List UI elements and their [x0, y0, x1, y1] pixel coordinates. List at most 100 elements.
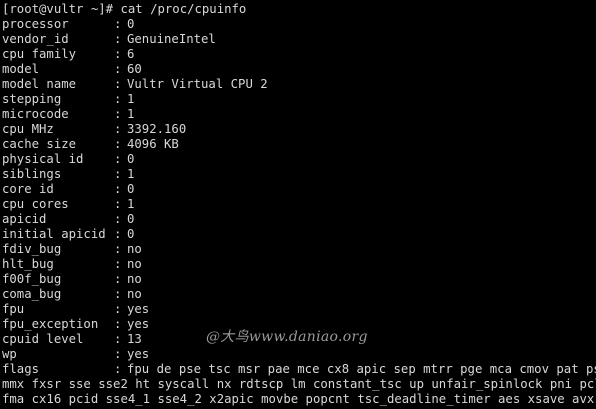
cpuinfo-key: microcode	[2, 107, 69, 121]
cpuinfo-separator: :	[114, 242, 122, 256]
cpuinfo-value: 1	[127, 197, 135, 211]
cpuinfo-row: model:60	[2, 62, 596, 77]
cpuinfo-separator: :	[114, 92, 122, 106]
cpuinfo-separator: :	[114, 137, 122, 151]
flags-wrapped-line: fma cx16 pcid sse4_1 sse4_2 x2apic movbe…	[2, 392, 596, 406]
cpuinfo-key: cpu MHz	[2, 122, 54, 136]
cpuinfo-value: yes	[127, 302, 150, 316]
cpuinfo-separator: :	[114, 257, 122, 271]
cpuinfo-row: cpu family:6	[2, 47, 596, 62]
cpuinfo-row: cpu cores:1	[2, 197, 596, 212]
cpuinfo-value: no	[127, 242, 142, 256]
cpuinfo-row: core id:0	[2, 182, 596, 197]
cpuinfo-row: fpu_exception: yes	[2, 317, 596, 332]
cpuinfo-separator: :	[114, 47, 122, 61]
cpuinfo-row: coma_bug: no	[2, 287, 596, 302]
cpuinfo-row: physical id:0	[2, 152, 596, 167]
cpuinfo-row: fdiv_bug: no	[2, 242, 596, 257]
cpuinfo-separator: :	[114, 107, 122, 121]
cpuinfo-key: fpu_exception	[2, 317, 99, 331]
command-line: [root@vultr ~]# cat /proc/cpuinfo	[2, 2, 596, 17]
cpuinfo-value: 4096 KB	[127, 137, 179, 151]
typed-command: cat /proc/cpuinfo	[113, 2, 247, 16]
cpuinfo-separator: :	[114, 182, 122, 196]
cpuinfo-key: hlt_bug	[2, 257, 54, 271]
cpuinfo-row: cpuid level:13	[2, 332, 596, 347]
cpuinfo-key: siblings	[2, 167, 62, 181]
cpuinfo-separator: :	[114, 272, 122, 286]
flags-continuation: mmx fxsr sse sse2 ht syscall nx rdtscp l…	[2, 377, 596, 407]
cpuinfo-value: 60	[127, 62, 142, 76]
cpuinfo-row: stepping:1	[2, 92, 596, 107]
terminal-window[interactable]: [root@vultr ~]# cat /proc/cpuinfo proces…	[0, 0, 596, 409]
cpuinfo-separator: :	[114, 77, 122, 91]
cpuinfo-key: cpuid level	[2, 332, 84, 346]
cpuinfo-row: wp: yes	[2, 347, 596, 362]
cpuinfo-separator: :	[114, 362, 122, 376]
cpuinfo-separator: :	[114, 122, 122, 136]
cpuinfo-key: vendor_id	[2, 32, 69, 46]
cpuinfo-separator: :	[114, 227, 122, 241]
cpuinfo-value: 1	[127, 167, 135, 181]
cpuinfo-row: cpu MHz:3392.160	[2, 122, 596, 137]
cpuinfo-value: 6	[127, 47, 135, 61]
cpuinfo-row: siblings:1	[2, 167, 596, 182]
cpuinfo-separator: :	[114, 347, 122, 361]
cpuinfo-key: processor	[2, 17, 69, 31]
cpuinfo-separator: :	[114, 32, 122, 46]
cpuinfo-value: no	[127, 257, 142, 271]
cpuinfo-row: vendor_id: GenuineIntel	[2, 32, 596, 47]
cpuinfo-separator: :	[114, 17, 122, 31]
cpuinfo-row: cache size:4096 KB	[2, 137, 596, 152]
cpuinfo-key: model name	[2, 77, 77, 91]
cpuinfo-key: fdiv_bug	[2, 242, 62, 256]
cpuinfo-key: core id	[2, 182, 54, 196]
cpuinfo-value: GenuineIntel	[127, 32, 216, 46]
cpuinfo-separator: :	[114, 62, 122, 76]
shell-prompt: [root@vultr ~]#	[2, 2, 114, 16]
cpuinfo-key: model	[2, 62, 40, 76]
cpuinfo-row: flags: fpu de pse tsc msr pae mce cx8 api…	[2, 362, 596, 377]
cpuinfo-value: 1	[127, 107, 135, 121]
cpuinfo-value: 13	[127, 332, 142, 346]
cpuinfo-value: no	[127, 272, 142, 286]
flags-wrapped-line: mmx fxsr sse sse2 ht syscall nx rdtscp l…	[2, 377, 596, 391]
cpuinfo-value: yes	[127, 317, 150, 331]
cpuinfo-value: yes	[127, 347, 150, 361]
cpuinfo-key: cpu family	[2, 47, 77, 61]
cpuinfo-row: model name: Vultr Virtual CPU 2	[2, 77, 596, 92]
cpuinfo-key: cache size	[2, 137, 77, 151]
cpuinfo-separator: :	[114, 197, 122, 211]
cpuinfo-separator: :	[114, 212, 122, 226]
cpuinfo-value: 3392.160	[127, 122, 187, 136]
cpuinfo-value: no	[127, 287, 142, 301]
cpuinfo-separator: :	[114, 167, 122, 181]
cpuinfo-separator: :	[114, 317, 122, 331]
cpuinfo-value: 0	[127, 17, 135, 31]
cpuinfo-value: 0	[127, 212, 135, 226]
cpuinfo-key: flags	[2, 362, 40, 376]
cpuinfo-key: cpu cores	[2, 197, 69, 211]
cpuinfo-row: fpu: yes	[2, 302, 596, 317]
cpuinfo-separator: :	[114, 302, 122, 316]
cpuinfo-row: initial apicid:0	[2, 227, 596, 242]
cpuinfo-output: processor:0 vendor_id: GenuineIntel cpu fam…	[2, 17, 596, 377]
cpuinfo-key: f00f_bug	[2, 272, 62, 286]
cpuinfo-row: hlt_bug: no	[2, 257, 596, 272]
cpuinfo-key: stepping	[2, 92, 62, 106]
cpuinfo-separator: :	[114, 332, 122, 346]
cpuinfo-key: initial apicid	[2, 227, 106, 241]
cpuinfo-separator: :	[114, 152, 122, 166]
cpuinfo-key: apicid	[2, 212, 47, 226]
cpuinfo-value: 0	[127, 152, 135, 166]
cpuinfo-key: wp	[2, 347, 17, 361]
cpuinfo-row: f00f_bug: no	[2, 272, 596, 287]
cpuinfo-key: coma_bug	[2, 287, 62, 301]
cpuinfo-row: microcode:1	[2, 107, 596, 122]
cpuinfo-separator: :	[114, 287, 122, 301]
cpuinfo-value: 0	[127, 227, 135, 241]
cpuinfo-value: 0	[127, 182, 135, 196]
cpuinfo-row: apicid:0	[2, 212, 596, 227]
cpuinfo-value: fpu de pse tsc msr pae mce cx8 apic sep …	[127, 362, 596, 376]
cpuinfo-value: 1	[127, 92, 135, 106]
